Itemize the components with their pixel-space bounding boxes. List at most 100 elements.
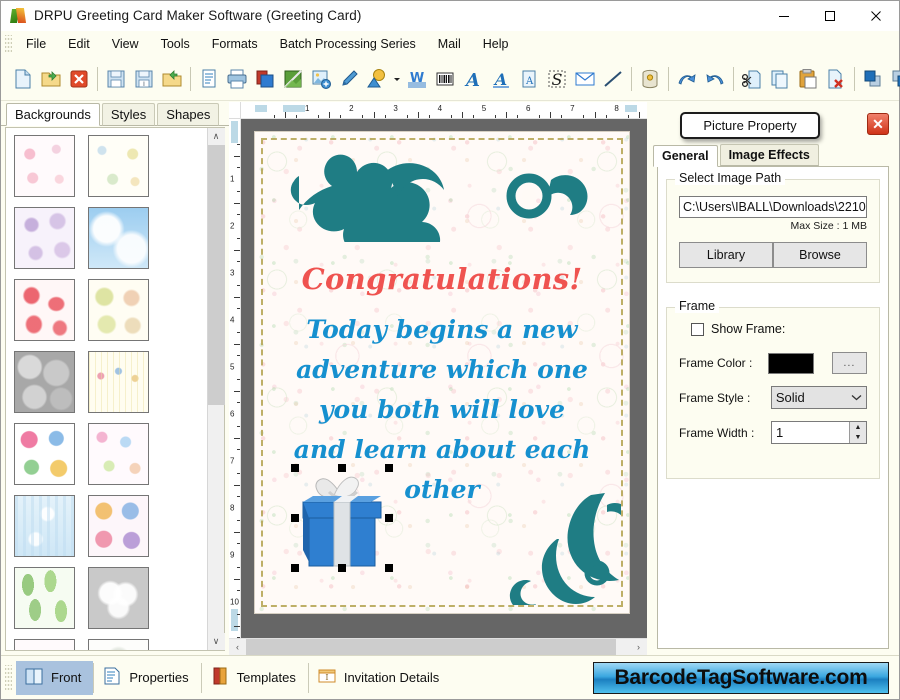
menu-file[interactable]: File bbox=[15, 34, 57, 54]
signature-icon[interactable]: S bbox=[543, 64, 571, 94]
pen-draw-icon[interactable] bbox=[335, 64, 363, 94]
browse-button[interactable]: Browse bbox=[773, 242, 867, 268]
menu-help[interactable]: Help bbox=[472, 34, 520, 54]
image-path-input[interactable]: C:\Users\IBALL\Downloads\22109-8 bbox=[679, 196, 867, 218]
close-button[interactable] bbox=[853, 1, 899, 31]
stepper-arrows[interactable]: ▲ ▼ bbox=[849, 422, 866, 443]
new-document-icon[interactable] bbox=[9, 64, 37, 94]
menu-grip-handle[interactable] bbox=[5, 35, 12, 53]
list-item[interactable] bbox=[88, 567, 149, 629]
card-title-text[interactable]: Congratulations! bbox=[255, 262, 629, 296]
floral-swirl-ornament[interactable] bbox=[289, 146, 589, 265]
frame-width-stepper[interactable]: 1 ▲ ▼ bbox=[770, 421, 867, 444]
statusbar-item-properties[interactable]: Properties bbox=[94, 661, 200, 695]
scroll-right-button[interactable]: › bbox=[630, 639, 647, 656]
tab-image-effects[interactable]: Image Effects bbox=[719, 144, 819, 166]
statusbar-item-front[interactable]: Front bbox=[16, 660, 94, 695]
text-style-icon[interactable]: A bbox=[487, 64, 515, 94]
list-item[interactable] bbox=[14, 423, 75, 485]
page-setup-icon[interactable] bbox=[195, 64, 223, 94]
close-document-icon[interactable] bbox=[65, 64, 93, 94]
list-item[interactable] bbox=[14, 207, 75, 269]
database-icon[interactable] bbox=[636, 64, 664, 94]
statusbar-item-templates[interactable]: Templates bbox=[202, 661, 308, 695]
redo-icon[interactable] bbox=[701, 64, 729, 94]
barcode-icon[interactable] bbox=[431, 64, 459, 94]
menu-batch-processing-series[interactable]: Batch Processing Series bbox=[269, 34, 427, 54]
close-panel-button[interactable]: ✕ bbox=[867, 113, 889, 135]
stepper-up-icon[interactable]: ▲ bbox=[850, 422, 866, 433]
selection-handle[interactable] bbox=[291, 564, 299, 572]
tab-shapes[interactable]: Shapes bbox=[157, 103, 220, 126]
library-button[interactable]: Library bbox=[679, 242, 773, 268]
minimize-button[interactable] bbox=[761, 1, 807, 31]
scrollbar-thumb[interactable] bbox=[207, 145, 225, 405]
statusbar-grip-handle[interactable] bbox=[5, 664, 12, 691]
dropdown-arrow-icon[interactable] bbox=[391, 64, 403, 94]
selection-handle[interactable] bbox=[338, 564, 346, 572]
scroll-up-button[interactable]: ∧ bbox=[207, 128, 225, 145]
delete-icon[interactable] bbox=[822, 64, 850, 94]
list-item[interactable] bbox=[88, 639, 149, 650]
floral-swirl-ornament[interactable] bbox=[501, 485, 631, 611]
save-as-icon[interactable]: I bbox=[130, 64, 158, 94]
export-folder-icon[interactable] bbox=[158, 64, 186, 94]
watermark-icon[interactable]: W bbox=[403, 64, 431, 94]
selection-handle[interactable] bbox=[338, 464, 346, 472]
envelope-icon[interactable] bbox=[571, 64, 599, 94]
list-item[interactable] bbox=[88, 351, 149, 413]
selection-handle[interactable] bbox=[385, 464, 393, 472]
card-canvas[interactable]: Congratulations! Today begins a new adve… bbox=[241, 119, 647, 638]
paste-icon[interactable] bbox=[794, 64, 822, 94]
stepper-down-icon[interactable]: ▼ bbox=[850, 433, 866, 444]
selection-handle[interactable] bbox=[291, 514, 299, 522]
frame-color-swatch[interactable] bbox=[767, 352, 814, 374]
bring-to-front-icon[interactable] bbox=[859, 64, 887, 94]
line-tool-icon[interactable] bbox=[599, 64, 627, 94]
list-item[interactable] bbox=[14, 567, 75, 629]
scrollbar-thumb[interactable] bbox=[246, 638, 616, 656]
text-tool-icon[interactable]: A bbox=[459, 64, 487, 94]
canvas-horizontal-scrollbar[interactable]: ‹ › bbox=[229, 638, 647, 656]
list-item[interactable] bbox=[14, 639, 75, 650]
maximize-button[interactable] bbox=[807, 1, 853, 31]
list-item[interactable] bbox=[88, 279, 149, 341]
shape-fill-icon[interactable] bbox=[363, 64, 391, 94]
list-item[interactable] bbox=[88, 495, 149, 557]
list-item[interactable] bbox=[14, 135, 75, 197]
list-item[interactable] bbox=[14, 495, 75, 557]
tab-backgrounds[interactable]: Backgrounds bbox=[6, 103, 100, 126]
cut-icon[interactable] bbox=[738, 64, 766, 94]
save-icon[interactable] bbox=[102, 64, 130, 94]
list-item[interactable] bbox=[88, 207, 149, 269]
list-item[interactable] bbox=[14, 279, 75, 341]
send-to-back-icon[interactable] bbox=[887, 64, 900, 94]
statusbar-item-invitation-details[interactable]: I Invitation Details bbox=[309, 661, 451, 695]
show-frame-row[interactable]: Show Frame: bbox=[679, 322, 867, 336]
text-frame-icon[interactable]: A bbox=[515, 64, 543, 94]
background-image-icon[interactable] bbox=[279, 64, 307, 94]
tab-general[interactable]: General bbox=[653, 145, 718, 167]
list-item[interactable] bbox=[88, 423, 149, 485]
show-frame-checkbox[interactable] bbox=[691, 322, 704, 336]
open-folder-icon[interactable] bbox=[37, 64, 65, 94]
insert-picture-icon[interactable] bbox=[307, 64, 335, 94]
undo-icon[interactable] bbox=[673, 64, 701, 94]
scroll-down-button[interactable]: ∨ bbox=[207, 633, 225, 650]
scroll-left-button[interactable]: ‹ bbox=[229, 639, 246, 656]
gift-box-image[interactable] bbox=[291, 464, 393, 572]
menu-tools[interactable]: Tools bbox=[150, 34, 201, 54]
copy-icon[interactable] bbox=[766, 64, 794, 94]
selection-handle[interactable] bbox=[385, 564, 393, 572]
print-icon[interactable] bbox=[223, 64, 251, 94]
frame-color-picker-button[interactable]: ... bbox=[831, 352, 867, 374]
list-item[interactable] bbox=[14, 351, 75, 413]
selection-handle[interactable] bbox=[385, 514, 393, 522]
card-layers-icon[interactable] bbox=[251, 64, 279, 94]
menu-mail[interactable]: Mail bbox=[427, 34, 472, 54]
greeting-card[interactable]: Congratulations! Today begins a new adve… bbox=[255, 132, 631, 613]
frame-style-select[interactable]: Solid bbox=[770, 386, 867, 409]
thumbnail-scrollbar[interactable]: ∧ ∨ bbox=[207, 128, 225, 650]
menu-view[interactable]: View bbox=[101, 34, 150, 54]
selection-handle[interactable] bbox=[291, 464, 299, 472]
